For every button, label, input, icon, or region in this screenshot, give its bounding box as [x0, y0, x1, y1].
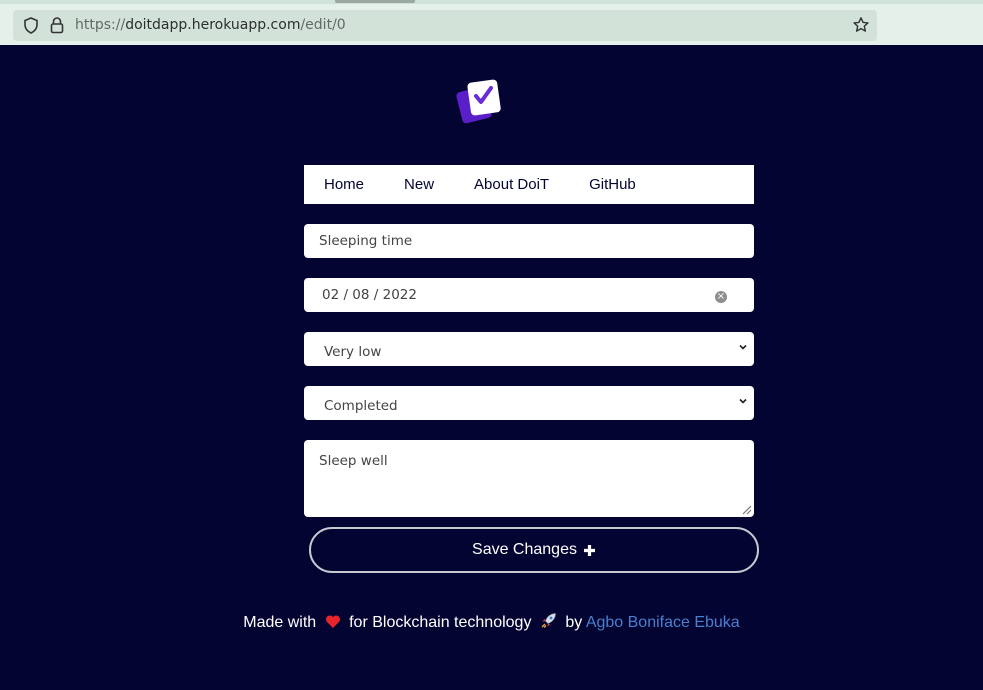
tab-indicator	[335, 0, 415, 3]
description-textarea-value: Sleep well	[319, 453, 388, 469]
footer: Made with for Blockchain technology by A…	[0, 612, 983, 632]
chevron-down-icon	[739, 398, 747, 404]
shield-icon[interactable]	[23, 17, 39, 34]
description-textarea[interactable]: Sleep well	[304, 440, 754, 517]
author-link[interactable]: Agbo Boniface Ebuka	[586, 614, 740, 631]
priority-select-value: Very low	[324, 344, 382, 360]
url-text[interactable]: https://doitdapp.herokuapp.com/edit/0	[75, 17, 346, 33]
nav-github[interactable]: GitHub	[589, 176, 636, 193]
url-prefix: https://	[75, 17, 126, 33]
url-path: /edit/0	[300, 17, 346, 33]
address-bar[interactable]: https://doitdapp.herokuapp.com/edit/0	[13, 10, 877, 41]
date-input[interactable]: 02 / 08 / 2022 ×	[304, 278, 754, 312]
nav-new[interactable]: New	[404, 176, 434, 193]
title-input-value: Sleeping time	[319, 233, 413, 249]
nav-about[interactable]: About DoiT	[474, 176, 549, 193]
date-input-value: 02 / 08 / 2022	[322, 287, 417, 303]
clear-date-icon[interactable]: ×	[715, 291, 727, 303]
nav-home[interactable]: Home	[324, 176, 364, 193]
url-host: doitdapp.herokuapp.com	[125, 17, 301, 33]
main-nav: Home New About DoiT GitHub	[304, 165, 754, 204]
star-icon[interactable]	[852, 16, 870, 34]
plus-icon	[583, 544, 595, 556]
app-logo-icon[interactable]	[456, 78, 502, 126]
status-select-value: Completed	[324, 398, 398, 414]
footer-made-with: Made with	[243, 614, 317, 631]
lock-icon[interactable]	[50, 16, 64, 34]
priority-select[interactable]: Very low	[304, 332, 754, 366]
save-changes-button[interactable]: Save Changes	[309, 527, 759, 573]
chevron-down-icon	[739, 344, 747, 350]
status-select[interactable]: Completed	[304, 386, 754, 420]
rocket-icon	[541, 613, 556, 628]
browser-toolbar: https://doitdapp.herokuapp.com/edit/0	[0, 0, 983, 45]
title-input[interactable]: Sleeping time	[304, 224, 754, 258]
footer-for-text: for Blockchain technology	[349, 614, 532, 631]
footer-by-text: by	[565, 614, 583, 631]
save-changes-label: Save Changes	[472, 541, 577, 558]
heart-icon	[325, 615, 340, 628]
resize-grip-icon[interactable]	[740, 503, 752, 515]
